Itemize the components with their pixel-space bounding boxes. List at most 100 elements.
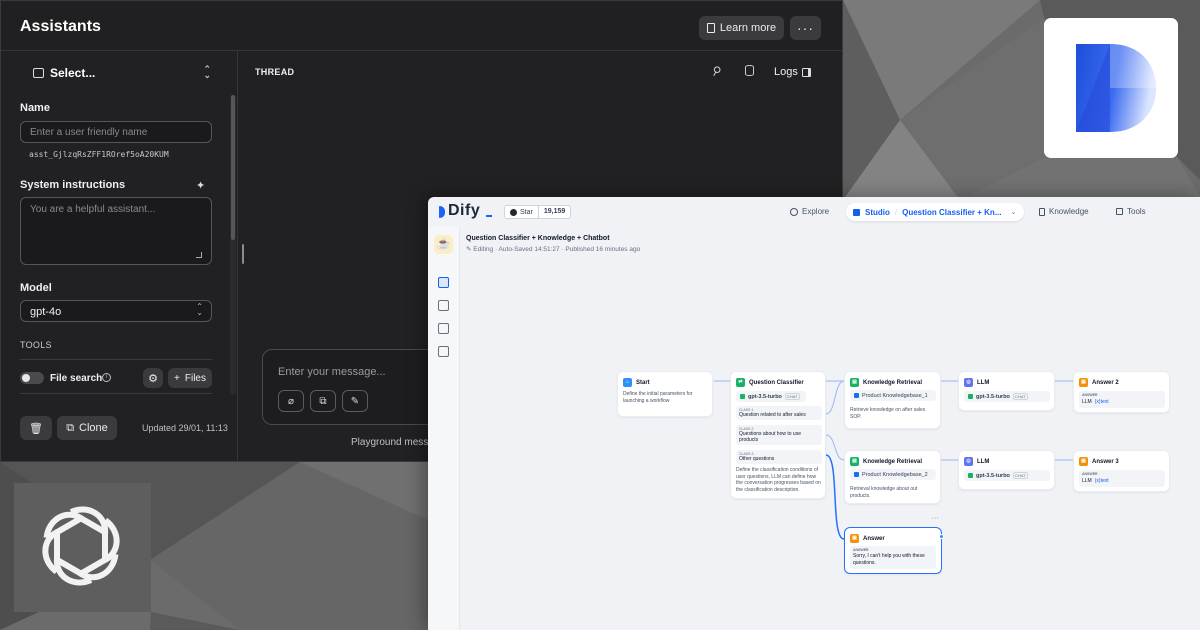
code-button[interactable]: ⧉ [310,390,336,412]
assistant-selector-label: Select... [50,66,96,80]
more-options-button[interactable]: ··· [790,16,821,40]
class-item: CLASS 3 Other questions [736,450,822,464]
openai-logo-tile [14,483,151,612]
kr2-dataset: Product Knowledgebase_2 [862,471,928,478]
add-files-button[interactable]: + Files [168,368,212,388]
node-knowledge-retrieval-1[interactable]: ▤ Knowledge Retrieval Product Knowledgeba… [844,371,941,429]
node-answer2-title: Answer 2 [1092,379,1119,386]
thread-label: THREAD [255,67,295,77]
classifier-model: gpt-3.5-turbo [748,393,782,400]
dify-window: Dify Star 19,159 Explore Studio / Questi… [428,197,1200,630]
node-llm-1[interactable]: ◎ LLM gpt-3.5-turbo CHAT [958,371,1055,411]
node-answer[interactable]: ▣ Answer ANSWER Sorry, I can't help you w… [844,527,942,574]
class-text: Question related to after sales [739,412,806,418]
tools-label: TOOLS [20,340,52,350]
chevron-updown-icon: ⌃ ⌄ [196,302,203,317]
openai-model-icon [968,473,973,478]
file-search-toggle[interactable] [20,372,44,384]
knowledge-icon: ▤ [850,378,859,387]
class-text: Questions about how to use products [739,431,801,443]
model-value: gpt-4o [30,306,62,318]
node-knowledge-retrieval-2[interactable]: ▤ Knowledge Retrieval Product Knowledgeba… [844,450,941,504]
classifier-icon: ⇄ [736,378,745,387]
answer3-var: {x}text [1094,478,1109,484]
dataset-icon [854,472,859,477]
updated-timestamp: Updated 29/01, 11:13 [142,423,228,433]
name-label: Name [20,102,50,114]
files-label: Files [184,372,206,384]
file-search-settings-button[interactable]: ⚙ [143,368,163,388]
answer2-label: ANSWER [1082,393,1098,397]
attach-button[interactable]: ⌀ [278,390,304,412]
node-llm-2[interactable]: ◎ LLM gpt-3.5-turbo CHAT [958,450,1055,490]
node-start-title: Start [636,379,650,386]
node-connect-handle[interactable] [939,534,944,539]
wrench-icon: ✎ [350,395,360,407]
kr1-dataset-chip: Product Knowledgebase_1 [850,390,936,401]
node-more-icon[interactable]: ··· [931,515,940,522]
node-answer-3[interactable]: ▣ Answer 3 ANSWER LLM {x}text [1073,450,1170,492]
gear-icon: ⚙ [148,372,158,385]
paperclip-icon: ⌀ [287,395,295,407]
resize-icon[interactable] [196,252,202,258]
node-llm1-title: LLM [977,379,990,386]
assistants-header: Assistants Learn more ··· [1,1,842,51]
functions-button[interactable]: ✎ [342,390,368,412]
node-classifier-title: Question Classifier [749,379,804,386]
node-llm2-title: LLM [977,458,990,465]
model-select[interactable]: gpt-4o ⌃ ⌄ [20,300,212,322]
llm1-model-tag: CHAT [1012,393,1028,400]
clone-button[interactable]: ⧉ Clone [57,416,117,440]
clear-thread-icon[interactable]: ⚲ [709,63,724,80]
kr2-dataset-chip: Product Knowledgebase_2 [850,469,936,480]
answer-icon: ▣ [1079,378,1088,387]
trash-icon: 🗑 [29,422,43,435]
assistant-selector[interactable]: Select... ⌃ ⌄ [33,64,211,80]
divider [20,359,212,360]
plus-icon: + [174,372,180,384]
book-icon [706,23,715,33]
node-start[interactable]: ⌂ Start Define the initial parameters for… [617,371,713,417]
answer-icon: ▣ [1079,457,1088,466]
sparkle-icon[interactable]: ✦ [196,179,205,192]
robot-icon [33,68,44,78]
chevron-updown-icon: ⌃ ⌄ [203,64,211,80]
dify-logo-icon [1076,44,1156,132]
node-answer-2[interactable]: ▣ Answer 2 ANSWER LLM {x}text [1073,371,1170,413]
knowledge-icon: ▤ [850,457,859,466]
logs-label: Logs [774,66,798,78]
node-question-classifier[interactable]: ⇄ Question Classifier gpt-3.5-turbo CHAT … [730,371,826,499]
logs-button[interactable]: Logs [774,66,811,78]
kr1-dataset: Product Knowledgebase_1 [862,392,928,399]
answer3-label: ANSWER [1082,472,1098,476]
panel-resize-handle[interactable] [242,244,244,264]
playground-notice: Playground mess [351,437,429,448]
answer2-source: LLM [1082,399,1092,405]
name-input[interactable]: Enter a user friendly name [20,121,212,143]
answer-icon: ▣ [850,534,859,543]
model-label: Model [20,282,52,294]
openai-logo-icon [42,506,120,586]
learn-more-button[interactable]: Learn more [699,16,784,40]
node-start-desc: Define the initial parameters for launch… [623,391,693,404]
llm1-model: gpt-3.5-turbo [976,393,1010,400]
answer2-var: {x}text [1094,399,1109,405]
delete-assistant-button[interactable]: 🗑 [20,416,52,440]
answer2-value: LLM {x}text [1082,399,1109,405]
ellipsis-icon: ··· [797,20,814,36]
info-icon[interactable]: i [102,373,111,382]
classifier-model-tag: CHAT [784,393,800,400]
scrollbar-thumb[interactable] [231,95,235,240]
node-kr1-desc: Retrieve knowledge on after sales SOP. [850,407,926,420]
class-item: CLASS 1 Question related to after sales [736,406,822,420]
node-answer-title: Answer [863,535,885,542]
database-icon[interactable] [745,65,754,76]
node-kr1-title: Knowledge Retrieval [863,379,923,386]
llm-icon: ◎ [964,457,973,466]
instructions-textarea[interactable]: You are a helpful assistant... [20,197,212,265]
answer3-value: LLM {x}text [1082,478,1109,484]
code-interpreter-icon: ⧉ [319,395,327,407]
classifier-model-chip: gpt-3.5-turbo CHAT [736,391,806,402]
llm2-model: gpt-3.5-turbo [976,472,1010,479]
dify-logo-tile [1044,18,1178,158]
